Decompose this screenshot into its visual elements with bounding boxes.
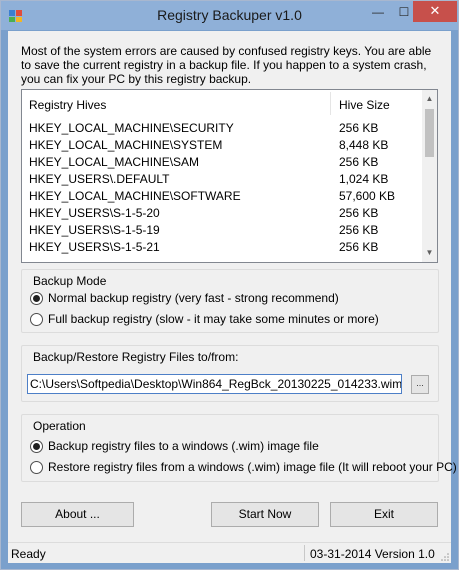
status-divider	[304, 545, 305, 561]
list-header: Registry Hives Hive Size	[22, 90, 422, 117]
scroll-thumb[interactable]	[425, 109, 434, 157]
normal-backup-radio-row[interactable]: Normal backup registry (very fast - stro…	[30, 291, 339, 305]
backup-path-input[interactable]: C:\Users\Softpedia\Desktop\Win864_RegBck…	[27, 374, 402, 394]
backup-op-label[interactable]: Backup registry files to a windows (.wim…	[48, 439, 319, 453]
close-button[interactable]: ✕	[413, 1, 457, 22]
hive-size: 256 KB	[339, 240, 379, 254]
app-window: Registry Backuper v1.0 — ☐ ✕ Most of the…	[0, 0, 459, 570]
restore-op-label[interactable]: Restore registry files from a windows (.…	[48, 460, 457, 474]
hive-size: 256 KB	[339, 121, 379, 135]
exit-button[interactable]: Exit	[330, 502, 438, 527]
backup-mode-group: Backup Mode Normal backup registry (very…	[21, 269, 439, 333]
browse-button[interactable]: ...	[411, 375, 429, 394]
exit-button-label: Exit	[373, 507, 394, 521]
backup-op-radio-row[interactable]: Backup registry files to a windows (.wim…	[30, 439, 319, 453]
resize-grip-icon[interactable]	[441, 553, 449, 561]
hive-name: HKEY_USERS\.DEFAULT	[29, 172, 170, 186]
hive-name: HKEY_LOCAL_MACHINE\SAM	[29, 155, 200, 169]
hive-name: HKEY_USERS\S-1-5-19	[29, 223, 160, 237]
hive-size: 256 KB	[339, 223, 379, 237]
hive-size: 1,024 KB	[339, 172, 389, 186]
list-item[interactable]: HKEY_LOCAL_MACHINE\SECURITY 256 KB	[22, 120, 422, 137]
hive-size: 57,600 KB	[339, 189, 396, 203]
list-scrollbar[interactable]: ▲ ▼	[422, 90, 437, 262]
client-area: Most of the system errors are caused by …	[8, 31, 457, 563]
version-text: 03-31-2014 Version 1.0	[310, 547, 435, 561]
list-item[interactable]: HKEY_LOCAL_MACHINE\SOFTWARE 57,600 KB	[22, 188, 422, 205]
list-item[interactable]: HKEY_LOCAL_MACHINE\SAM 256 KB	[22, 154, 422, 171]
hive-size: 256 KB	[339, 155, 379, 169]
restore-op-radio[interactable]	[30, 460, 43, 474]
normal-backup-radio[interactable]	[30, 291, 43, 305]
list-item[interactable]: HKEY_LOCAL_MACHINE\SYSTEM 8,448 KB	[22, 137, 422, 154]
title-bar[interactable]: Registry Backuper v1.0 — ☐ ✕	[1, 1, 458, 30]
full-backup-radio-row[interactable]: Full backup registry (slow - it may take…	[30, 312, 379, 326]
hives-list[interactable]: Registry Hives Hive Size HKEY_LOCAL_MACH…	[21, 89, 438, 263]
list-item[interactable]: HKEY_USERS\S-1-5-21 256 KB	[22, 239, 422, 256]
backup-op-radio[interactable]	[30, 439, 43, 453]
list-item[interactable]: HKEY_USERS\.DEFAULT 1,024 KB	[22, 171, 422, 188]
hive-name: HKEY_LOCAL_MACHINE\SOFTWARE	[29, 189, 241, 203]
operation-legend: Operation	[32, 419, 87, 433]
start-now-button[interactable]: Start Now	[211, 502, 319, 527]
status-bar: Ready 03-31-2014 Version 1.0	[8, 542, 451, 563]
column-divider[interactable]	[330, 92, 331, 115]
hive-size: 256 KB	[339, 206, 379, 220]
hive-name: HKEY_LOCAL_MACHINE\SYSTEM	[29, 138, 223, 152]
start-now-button-label: Start Now	[238, 507, 292, 521]
about-button[interactable]: About ...	[21, 502, 134, 527]
path-group: Backup/Restore Registry Files to/from: C…	[21, 345, 439, 402]
intro-text: Most of the system errors are caused by …	[21, 44, 432, 86]
about-button-label: About ...	[55, 507, 100, 521]
normal-backup-label[interactable]: Normal backup registry (very fast - stro…	[48, 291, 339, 305]
list-item[interactable]: HKEY_USERS\S-1-5-19 256 KB	[22, 222, 422, 239]
list-rows: HKEY_LOCAL_MACHINE\SECURITY 256 KB HKEY_…	[22, 120, 422, 260]
minimize-button[interactable]: —	[365, 2, 391, 22]
full-backup-radio[interactable]	[30, 312, 43, 326]
hive-name: HKEY_USERS\S-1-5-20	[29, 206, 160, 220]
scroll-down-icon[interactable]: ▼	[422, 245, 437, 261]
restore-op-radio-row[interactable]: Restore registry files from a windows (.…	[30, 460, 457, 474]
column-header-hives[interactable]: Registry Hives	[29, 98, 106, 112]
operation-group: Operation Backup registry files to a win…	[21, 414, 457, 482]
status-text: Ready	[11, 547, 46, 561]
hive-size: 8,448 KB	[339, 138, 389, 152]
full-backup-label[interactable]: Full backup registry (slow - it may take…	[48, 312, 379, 326]
column-header-size[interactable]: Hive Size	[339, 98, 390, 112]
path-legend: Backup/Restore Registry Files to/from:	[32, 350, 240, 364]
hive-name: HKEY_USERS\S-1-5-21	[29, 240, 160, 254]
scroll-up-icon[interactable]: ▲	[422, 91, 437, 107]
backup-mode-legend: Backup Mode	[32, 274, 108, 288]
list-item[interactable]: HKEY_USERS\S-1-5-20 256 KB	[22, 205, 422, 222]
hive-name: HKEY_LOCAL_MACHINE\SECURITY	[29, 121, 234, 135]
